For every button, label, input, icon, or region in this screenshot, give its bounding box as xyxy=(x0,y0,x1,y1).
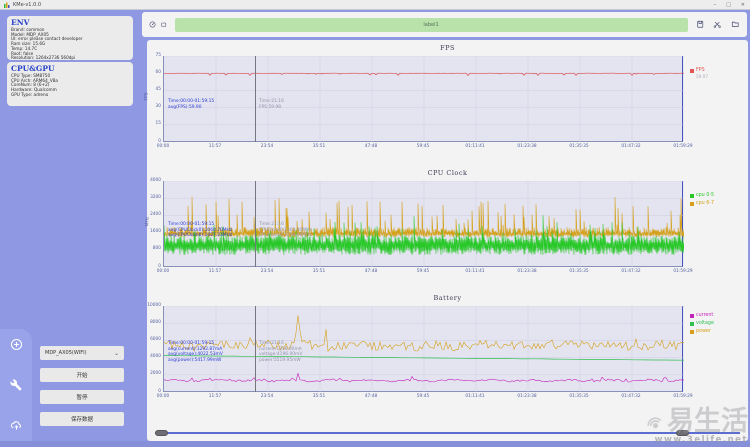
x-axis-ticks: 00:00 11:57 23:54 35:51 47:48 59:45 01:11:41 01… xyxy=(156,394,693,399)
y-axis-label: FPS xyxy=(144,91,150,101)
summary-annotation: Time:00:00-01:59:15 avg(CPUClock0):1060.7… xyxy=(168,222,233,239)
topbar: label1 xyxy=(142,12,747,37)
app-body: ENV Brand: common Model: MDP_AX05 UI: erro… xyxy=(0,10,750,447)
window-controls: – □ ✕ xyxy=(714,0,745,10)
cloud-upload-icon[interactable] xyxy=(10,419,23,432)
window-title: KMe-v1.0.0 xyxy=(13,1,42,8)
scissors-icon[interactable] xyxy=(713,20,722,29)
main-area: label1 FPS 75 60 45 30 15 0 FPS 00:00 11:57 23:54 3… xyxy=(140,10,750,447)
cpu-gpu-panel: CPU&GPU CPU Type: SM8750 CPU Arch: ARM64_… xyxy=(7,62,133,106)
chart-title: Battery xyxy=(433,294,462,302)
cursor-line xyxy=(255,306,256,392)
slider-handle-left[interactable] xyxy=(155,429,168,436)
save-data-button[interactable]: 保存数据 xyxy=(40,412,124,426)
label-input[interactable]: label1 xyxy=(174,17,688,32)
x-axis-ticks: 00:00 11:57 23:54 35:51 47:48 59:45 01:11:41 01… xyxy=(156,269,693,274)
start-button[interactable]: 开始 xyxy=(40,368,124,382)
window-bottom-edge xyxy=(0,441,750,447)
slider-handle-right[interactable] xyxy=(676,429,689,436)
env-lines: Brand: common Model: MDP_AX05 UI: error pl… xyxy=(11,27,129,61)
pause-button[interactable]: 暂停 xyxy=(40,390,124,404)
chevron-down-icon: ⌄ xyxy=(113,349,119,357)
chart-cpu-clock: CPU Clock 4000 3200 2400 1600 800 0 MHz 00:00 11:… xyxy=(145,166,748,291)
info-line: GPU Type: adreno xyxy=(11,91,49,97)
display-icon[interactable] xyxy=(161,22,167,28)
summary-annotation: Time:00:00-01:59:15 avg(FPS):59.90 xyxy=(168,99,215,110)
minimize-button[interactable]: – xyxy=(714,2,717,8)
cursor-line xyxy=(255,181,256,267)
time-range-slider xyxy=(155,429,740,437)
slider-track[interactable] xyxy=(155,432,740,434)
close-button[interactable]: ✕ xyxy=(741,2,745,8)
legend: FPS 59.97 xyxy=(690,68,708,82)
legend-item[interactable]: voltage xyxy=(690,321,714,326)
timer-icon[interactable] xyxy=(149,21,156,28)
chart-title: FPS xyxy=(440,44,455,52)
legend-item[interactable]: current xyxy=(690,313,714,318)
folder-icon[interactable] xyxy=(731,20,740,29)
charts-panel: FPS 75 60 45 30 15 0 FPS 00:00 11:57 23:54 35:51 47:… xyxy=(144,40,748,441)
cursor-annotation: Time:21:16 FPS:59.98 xyxy=(259,99,284,110)
env-heading: ENV xyxy=(11,18,30,27)
chart-fps: FPS 75 60 45 30 15 0 FPS 00:00 11:57 23:54 35:51 47:… xyxy=(144,41,748,166)
sidebar: ENV Brand: common Model: MDP_AX05 UI: erro… xyxy=(0,10,140,447)
legend-item[interactable]: cpu 6-7 xyxy=(690,201,714,206)
y-axis-label: MHz xyxy=(145,216,151,226)
save-icon[interactable] xyxy=(696,20,705,29)
plot-area[interactable] xyxy=(163,56,684,142)
legend-item[interactable]: power xyxy=(690,329,714,334)
device-select-value: MDP_AX05(WIFI) xyxy=(45,350,87,356)
app-icon xyxy=(4,2,10,8)
x-axis-ticks: 00:00 11:57 23:54 35:51 47:48 59:45 01:11:41 01… xyxy=(156,144,693,149)
tool-strip xyxy=(0,329,32,441)
label-input-value: label1 xyxy=(423,21,439,28)
cpu-gpu-lines: CPU Type: SM8750 CPU Arch: ARM64_V8a CoreN… xyxy=(11,73,129,98)
plot-area[interactable] xyxy=(163,181,684,267)
device-select[interactable]: MDP_AX05(WIFI) ⌄ xyxy=(40,346,124,360)
cursor-annotation: Time:21:16 current:1316.00mA voltage:4196.… xyxy=(259,341,303,364)
y-axis-ticks: 10000 8000 6000 4000 2000 0 xyxy=(147,302,161,394)
maximize-button[interactable]: □ xyxy=(726,2,731,8)
cursor-line xyxy=(255,56,256,142)
chart-battery: Battery 10000 8000 6000 4000 2000 0 00:00 11:57 2… xyxy=(147,291,748,416)
env-panel: ENV Brand: common Model: MDP_AX05 UI: erro… xyxy=(7,16,133,60)
cursor-annotation: Time:21:16 CPUClock0:1363.00MHz CPUClock6:… xyxy=(259,222,312,239)
add-icon[interactable] xyxy=(10,338,23,351)
window-titlebar: KMe-v1.0.0 – □ ✕ xyxy=(0,0,750,10)
legend: current voltage power xyxy=(690,313,714,337)
summary-annotation: Time:00:00-01:59:15 avg(current):1292.87m… xyxy=(168,341,223,364)
legend: cpu 0-5 cpu 6-7 xyxy=(690,193,714,209)
cpu-gpu-heading: CPU&GPU xyxy=(11,64,55,73)
legend-item[interactable]: cpu 0-5 xyxy=(690,193,714,198)
legend-item[interactable]: FPS xyxy=(690,68,708,73)
plot-area[interactable] xyxy=(163,306,684,392)
chart-title: CPU Clock xyxy=(427,169,468,177)
wrench-icon[interactable] xyxy=(10,379,22,391)
info-line: Resolution: 1264x2736 560dpi xyxy=(11,55,76,61)
